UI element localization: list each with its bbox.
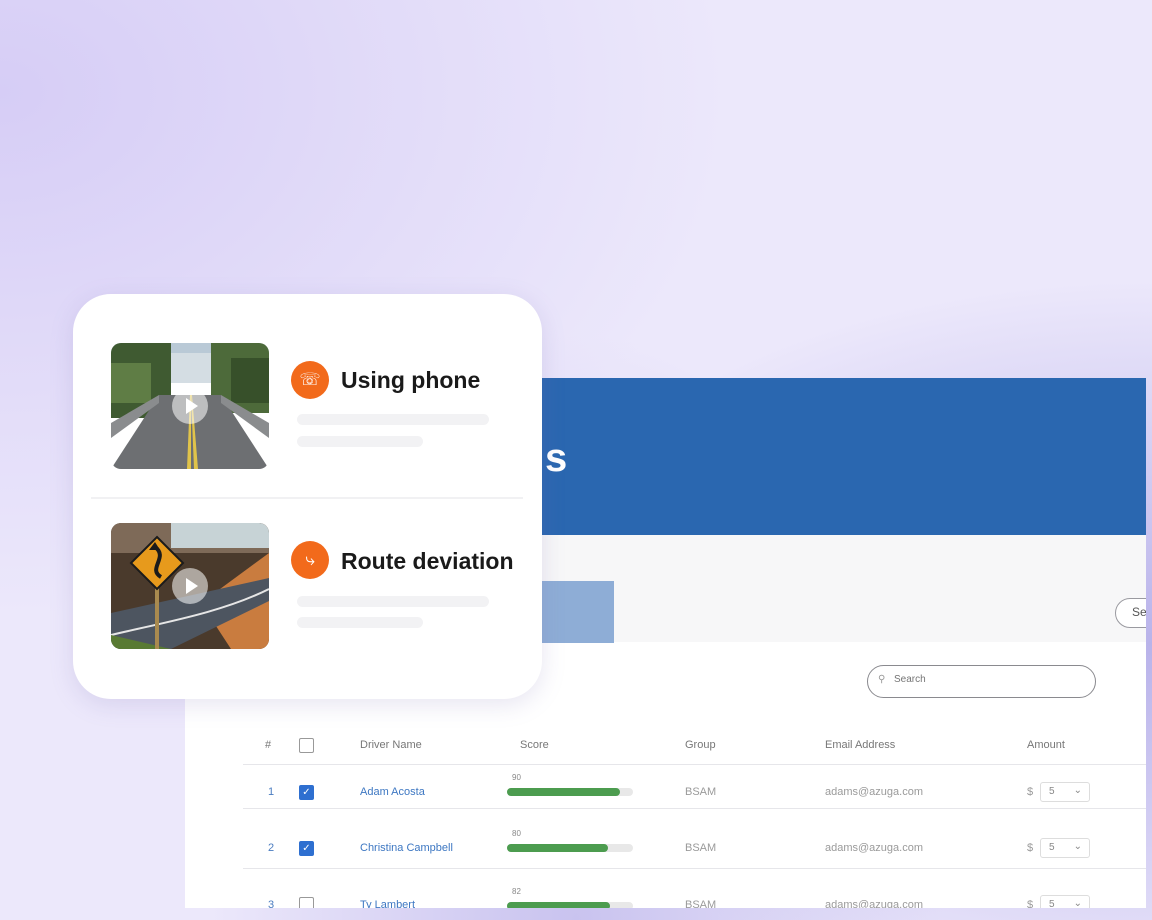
col-header-score[interactable]: Score (520, 739, 549, 751)
driver-name-link[interactable]: Adam Acosta (360, 786, 425, 798)
row-index: 2 (268, 842, 275, 854)
email-cell: adams@azuga.com (825, 842, 923, 854)
play-icon[interactable] (172, 568, 208, 604)
col-header-index: # (265, 739, 272, 751)
video-thumbnail-road[interactable] (111, 343, 269, 469)
amount-value: 5 (1049, 899, 1055, 908)
score-value: 80 (512, 829, 521, 838)
play-icon[interactable] (172, 388, 208, 424)
amount-select[interactable]: 5 ⌄ (1040, 895, 1090, 908)
score-bar-fill (507, 844, 608, 852)
currency-symbol: $ (1027, 786, 1034, 798)
chevron-down-icon: ⌄ (1073, 898, 1082, 908)
row-checkbox[interactable]: ✓ (299, 841, 314, 856)
col-header-amount[interactable]: Amount (1027, 739, 1065, 751)
col-header-email[interactable]: Email Address (825, 739, 895, 751)
driver-name-link[interactable]: Christina Campbell (360, 842, 453, 854)
chevron-down-icon: ⌄ (1073, 785, 1082, 796)
placeholder-line (297, 596, 489, 607)
table-row[interactable]: 2 ✓ Christina Campbell 80 BSAM adams@azu… (243, 808, 1146, 864)
score-bar-fill (507, 902, 611, 908)
select-all-checkbox[interactable] (299, 738, 314, 753)
search-icon: ⚲ (878, 674, 886, 685)
amount-select[interactable]: 5 ⌄ (1040, 838, 1090, 858)
score-bar (507, 844, 633, 852)
email-cell: adams@azuga.com (825, 786, 923, 798)
divider (91, 497, 523, 499)
amount-value: 5 (1049, 842, 1055, 853)
placeholder-line (297, 436, 423, 447)
currency-symbol: $ (1027, 899, 1034, 908)
top-action-button[interactable]: Se (1115, 598, 1146, 628)
score-value: 82 (512, 887, 521, 896)
table-row[interactable]: 3 Ty Lambert 82 BSAM adams@azuga.com $ 5… (243, 868, 1146, 908)
row-index: 1 (268, 786, 275, 798)
alert-title: Route deviation (341, 548, 514, 574)
placeholder-line (297, 414, 489, 425)
top-action-label: Se (1132, 605, 1146, 619)
row-checkbox[interactable]: ✓ (299, 785, 314, 800)
phone-off-icon: ☏ (291, 361, 329, 399)
page-title: s (545, 436, 568, 480)
alert-title: Using phone (341, 367, 481, 393)
amount-value: 5 (1049, 786, 1055, 797)
group-cell: BSAM (685, 786, 717, 798)
chevron-down-icon: ⌄ (1073, 841, 1082, 852)
row-index: 3 (268, 899, 275, 908)
score-bar (507, 788, 633, 796)
score-bar-fill (507, 788, 621, 796)
amount-select[interactable]: 5 ⌄ (1040, 782, 1090, 802)
score-bar (507, 902, 633, 908)
score-value: 90 (512, 773, 521, 782)
currency-symbol: $ (1027, 842, 1034, 854)
search-field[interactable]: ⚲ (867, 665, 1096, 698)
group-cell: BSAM (685, 899, 717, 908)
group-cell: BSAM (685, 842, 717, 854)
route-icon: ⤷ (291, 541, 329, 579)
col-header-driver-name[interactable]: Driver Name (360, 739, 422, 751)
placeholder-line (297, 617, 423, 628)
driver-name-link[interactable]: Ty Lambert (360, 899, 415, 908)
email-cell: adams@azuga.com (825, 899, 923, 908)
search-input[interactable] (892, 673, 1076, 686)
video-thumbnail-curve[interactable] (111, 523, 269, 649)
col-header-group[interactable]: Group (685, 739, 716, 751)
row-checkbox[interactable] (299, 897, 314, 908)
alerts-card: ☏ Using phone ⤷ Route deviation (73, 294, 542, 699)
